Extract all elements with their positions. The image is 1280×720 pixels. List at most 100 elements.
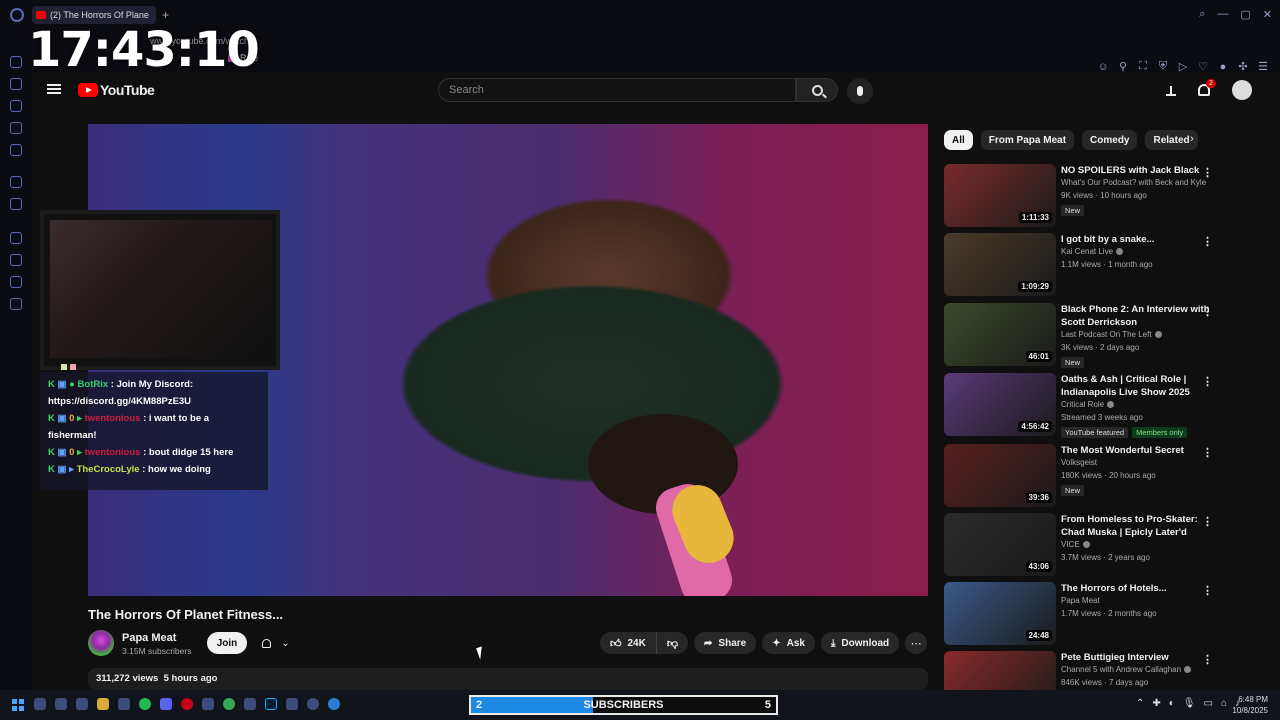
- recommendation-channel[interactable]: VICE: [1061, 540, 1090, 549]
- ask-button[interactable]: ✦ Ask: [762, 632, 815, 654]
- spotify-icon[interactable]: [139, 698, 151, 710]
- recommendation-thumbnail[interactable]: 1:09:29: [944, 233, 1056, 296]
- chevron-right-icon[interactable]: ›: [1190, 133, 1194, 145]
- network-icon[interactable]: ⌂: [1221, 698, 1227, 709]
- more-options-icon[interactable]: ⋮: [1202, 235, 1213, 248]
- more-options-icon[interactable]: ⋮: [1202, 446, 1213, 459]
- store-icon[interactable]: [118, 698, 130, 710]
- recommendation-title[interactable]: I got bit by a snake...: [1061, 233, 1211, 246]
- display-icon[interactable]: ▭: [1204, 698, 1213, 709]
- recommendation-item[interactable]: 1:11:33 NO SPOILERS with Jack Black What's…: [944, 164, 1214, 228]
- recommendation-item[interactable]: 43:06 From Homeless to Pro-Skater: Chad M…: [944, 513, 1214, 577]
- channel-name[interactable]: Papa Meat: [122, 632, 176, 644]
- more-options-icon[interactable]: ⋮: [1202, 305, 1213, 318]
- search-input[interactable]: Search: [438, 78, 796, 102]
- recommendation-item[interactable]: 1:09:29 I got bit by a snake... Kai Cenat …: [944, 233, 1214, 297]
- more-options-icon[interactable]: ⋮: [1202, 515, 1213, 528]
- chip-all[interactable]: All: [944, 130, 973, 150]
- like-button[interactable]: 👍︎ 24K: [600, 632, 657, 654]
- recommendation-item[interactable]: 46:01 Black Phone 2: An Interview with Sc…: [944, 303, 1214, 368]
- hamburger-menu-icon[interactable]: [47, 84, 61, 94]
- description-box[interactable]: 311,272 views 5 hours ago: [88, 668, 928, 690]
- recommendation-channel[interactable]: Kai Cenat Live: [1061, 247, 1124, 256]
- tray-app-icon[interactable]: ◐: [1169, 698, 1175, 709]
- recommendation-channel[interactable]: Papa Meat: [1061, 596, 1100, 605]
- start-menu-icon[interactable]: [12, 699, 24, 711]
- join-button[interactable]: Join: [207, 632, 247, 654]
- account-avatar[interactable]: [1232, 80, 1252, 100]
- more-options-icon[interactable]: ⋮: [1202, 653, 1213, 666]
- youtube-logo[interactable]: YouTube: [78, 82, 155, 98]
- recommendation-title[interactable]: Pete Buttigieg Interview: [1061, 651, 1211, 664]
- opera-icon[interactable]: [181, 698, 193, 710]
- messenger-icon[interactable]: [10, 56, 22, 68]
- settings-icon[interactable]: [10, 298, 22, 310]
- recommendation-channel[interactable]: Last Podcast On The Left: [1061, 330, 1162, 339]
- recommendation-item[interactable]: 4:56:42 Oaths & Ash | Critical Role | Ind…: [944, 373, 1214, 438]
- recommendation-title[interactable]: From Homeless to Pro-Skater: Chad Muska …: [1061, 513, 1211, 539]
- app-icon[interactable]: [286, 698, 298, 710]
- workspace-icon[interactable]: [10, 100, 22, 112]
- tools-icon[interactable]: [10, 176, 22, 188]
- taskbar-clock[interactable]: 6:48 PM 10/8/2025: [1232, 694, 1268, 716]
- mail-icon[interactable]: [10, 144, 22, 156]
- search-icon[interactable]: [34, 698, 46, 710]
- maximize-icon[interactable]: ▢: [1240, 8, 1250, 21]
- tray-app-icon[interactable]: ✚: [1152, 698, 1160, 709]
- widgets-icon[interactable]: [76, 698, 88, 710]
- photoshop-icon[interactable]: [265, 698, 277, 710]
- search-button[interactable]: [796, 78, 838, 102]
- recommendation-channel[interactable]: What's Our Podcast? with Beck and Kyle: [1061, 178, 1206, 187]
- more-options-icon[interactable]: ⋮: [1202, 166, 1213, 179]
- chip-from-channel[interactable]: From Papa Meat: [980, 130, 1075, 150]
- screenshot-icon[interactable]: [10, 198, 22, 210]
- task-view-icon[interactable]: [55, 698, 67, 710]
- opera-gx-icon[interactable]: [307, 698, 319, 710]
- recommendation-thumbnail[interactable]: 4:56:42: [944, 373, 1056, 436]
- channel-avatar[interactable]: [88, 630, 114, 656]
- more-options-icon[interactable]: ⋮: [1202, 375, 1213, 388]
- recommendation-title[interactable]: The Horrors of Hotels...: [1061, 582, 1211, 595]
- recommendation-thumbnail[interactable]: 24:48: [944, 582, 1056, 645]
- recommendation-item[interactable]: 39:36 The Most Wonderful Secret Volksgeist…: [944, 444, 1214, 508]
- player-icon[interactable]: [10, 232, 22, 244]
- history-icon[interactable]: [10, 78, 22, 90]
- share-button[interactable]: ➦ Share: [694, 632, 757, 654]
- chevron-up-icon[interactable]: ⌃: [1136, 698, 1144, 709]
- recommendation-title[interactable]: Black Phone 2: An Interview with Scott D…: [1061, 303, 1211, 329]
- notifications-bell-icon[interactable]: 2: [1198, 79, 1216, 96]
- recommendation-item[interactable]: 24:48 The Horrors of Hotels... Papa Meat 1.…: [944, 582, 1214, 646]
- new-tab-icon[interactable]: +: [162, 8, 169, 22]
- recommendation-title[interactable]: Oaths & Ash | Critical Role | Indianapol…: [1061, 373, 1211, 399]
- extension-icon[interactable]: ●: [1216, 61, 1230, 73]
- edge-icon[interactable]: [328, 698, 340, 710]
- app-icon[interactable]: [244, 698, 256, 710]
- recommendation-channel[interactable]: Volksgeist: [1061, 458, 1097, 467]
- voice-search-button[interactable]: [847, 78, 873, 104]
- chrome-icon[interactable]: [223, 698, 235, 710]
- recommendation-thumbnail[interactable]: 39:36: [944, 444, 1056, 507]
- recommendation-title[interactable]: The Most Wonderful Secret: [1061, 444, 1211, 457]
- chat-icon[interactable]: [10, 276, 22, 288]
- discord-icon[interactable]: [160, 698, 172, 710]
- recommendation-channel[interactable]: Channel 5 with Andrew Callaghan: [1061, 665, 1192, 674]
- more-options-icon[interactable]: ⋮: [1202, 584, 1213, 597]
- recommendation-thumbnail[interactable]: 43:06: [944, 513, 1056, 576]
- search-tabs-icon[interactable]: ⌕: [1199, 8, 1205, 21]
- minimize-icon[interactable]: —: [1217, 8, 1228, 21]
- recommendation-channel[interactable]: Critical Role: [1061, 400, 1115, 409]
- download-button[interactable]: ⤓ Download: [820, 632, 900, 654]
- microphone-icon[interactable]: 🎙︎: [1183, 698, 1196, 709]
- notes-icon[interactable]: [10, 122, 22, 134]
- app-icon[interactable]: [202, 698, 214, 710]
- recommendation-title[interactable]: NO SPOILERS with Jack Black: [1061, 164, 1211, 177]
- subscribed-dropdown-button[interactable]: ⌄: [252, 632, 300, 654]
- more-actions-icon[interactable]: ⋯: [905, 632, 928, 654]
- dislike-button[interactable]: 👎︎: [656, 632, 689, 654]
- recommendation-thumbnail[interactable]: 1:11:33: [944, 164, 1056, 227]
- clock-icon[interactable]: [10, 254, 22, 266]
- emoji-icon[interactable]: ☺: [1096, 61, 1110, 73]
- browser-logo-icon[interactable]: [10, 8, 24, 22]
- recommendation-thumbnail[interactable]: 46:01: [944, 303, 1056, 366]
- chip-comedy[interactable]: Comedy: [1082, 130, 1138, 150]
